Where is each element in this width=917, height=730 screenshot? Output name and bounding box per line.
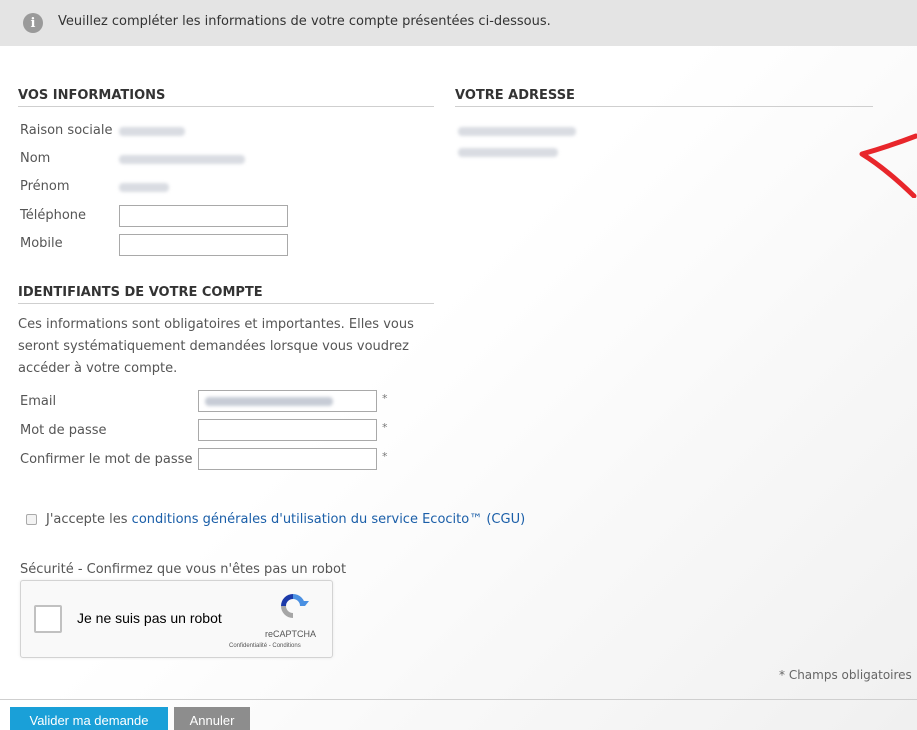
email-input[interactable] <box>198 390 377 412</box>
confirm-password-required-marker: * <box>382 450 388 463</box>
email-required-marker: * <box>382 392 388 405</box>
info-banner: i Veuillez compléter les informations de… <box>0 0 917 46</box>
recaptcha-label: Je ne suis pas un robot <box>77 610 222 626</box>
required-fields-note: * Champs obligatoires <box>779 668 912 682</box>
prenom-value <box>119 183 169 192</box>
security-label: Sécurité - Confirmez que vous n'êtes pas… <box>20 562 347 577</box>
cgu-link[interactable]: conditions générales d'utilisation du se… <box>132 512 526 527</box>
confirm-password-label: Confirmer le mot de passe <box>20 452 193 467</box>
password-required-marker: * <box>382 421 388 434</box>
recaptcha-logo-icon <box>281 594 309 618</box>
email-value <box>205 397 333 406</box>
cgu-prefix: J'accepte les <box>46 512 132 527</box>
recaptcha-links[interactable]: Confidentialité - Conditions <box>229 643 301 649</box>
email-label: Email <box>20 394 57 409</box>
password-input[interactable] <box>198 419 377 441</box>
adresse-line-2 <box>458 148 558 157</box>
telephone-input[interactable] <box>119 205 288 227</box>
section-title-vos-informations: VOS INFORMATIONS <box>18 88 434 107</box>
mobile-label: Mobile <box>20 236 63 251</box>
raison-sociale-label: Raison sociale <box>20 123 113 138</box>
nom-label: Nom <box>20 151 51 166</box>
recaptcha-widget: Je ne suis pas un robot reCAPTCHA Confid… <box>20 580 333 658</box>
recaptcha-checkbox[interactable] <box>34 605 62 633</box>
section-title-votre-adresse: VOTRE ADRESSE <box>455 88 873 107</box>
mobile-input[interactable] <box>119 234 288 256</box>
info-icon: i <box>23 13 43 33</box>
annotation-arrow-icon <box>859 133 917 198</box>
confirm-password-input[interactable] <box>198 448 377 470</box>
cgu-checkbox[interactable] <box>26 514 37 525</box>
recaptcha-brand: reCAPTCHA <box>265 629 317 639</box>
telephone-label: Téléphone <box>20 208 87 223</box>
info-banner-text: Veuillez compléter les informations de v… <box>58 14 551 29</box>
adresse-line-1 <box>458 127 576 136</box>
prenom-label: Prénom <box>20 179 70 194</box>
password-label: Mot de passe <box>20 423 107 438</box>
nom-value <box>119 155 245 164</box>
cancel-button[interactable]: Annuler <box>174 707 250 730</box>
footer-divider <box>0 699 917 700</box>
cgu-text: J'accepte les conditions générales d'uti… <box>46 512 525 527</box>
submit-button[interactable]: Valider ma demande <box>10 707 168 730</box>
section-title-identifiants: IDENTIFIANTS DE VOTRE COMPTE <box>18 285 434 304</box>
identifiants-description: Ces informations sont obligatoires et im… <box>18 317 414 376</box>
raison-sociale-value <box>119 127 185 136</box>
